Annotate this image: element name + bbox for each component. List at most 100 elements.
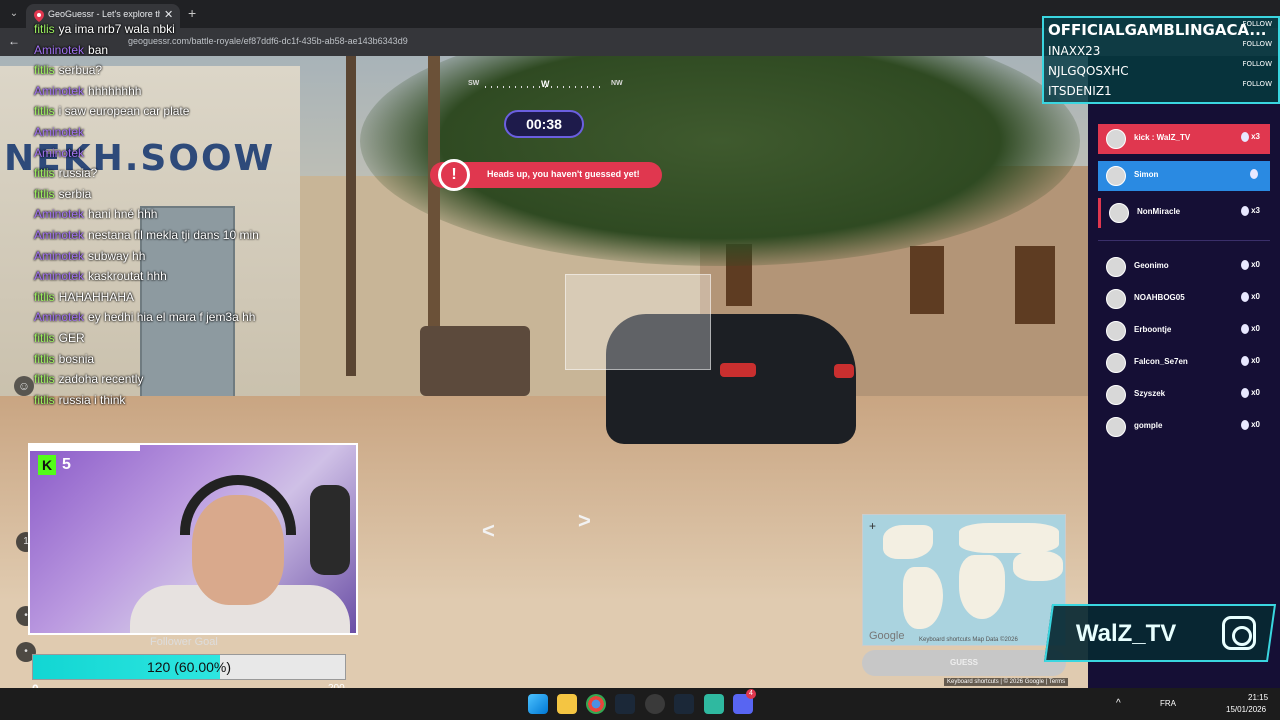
chrome-icon[interactable] (586, 694, 606, 714)
player-row[interactable]: Erboontje x0 (1098, 316, 1270, 346)
pin-icon (1241, 132, 1250, 142)
screen: ⌄ GeoGuessr - Let's explore the w ✕ + ← … (0, 0, 1280, 720)
map-attribution: Keyboard shortcuts Map Data ©2026 (919, 637, 1018, 643)
clock-time[interactable]: 21:15 (1248, 693, 1268, 702)
back-button[interactable]: ← (8, 34, 20, 48)
chat-text: ya ima nrb7 wala nbki (58, 22, 175, 36)
app-icon[interactable] (704, 694, 724, 714)
player-lives (1250, 169, 1260, 179)
player-list-divider (1098, 240, 1270, 241)
follower-goal-title: Follower Goal (150, 636, 218, 648)
chat-username[interactable]: fitlis (34, 352, 55, 366)
follow-button[interactable]: FOLLOW (1242, 60, 1272, 68)
chat-text: i saw european car plate (58, 104, 190, 119)
chat-message: fitlis russia? (34, 166, 97, 186)
chat-username[interactable]: fitlis (34, 187, 55, 201)
chat-username[interactable]: Aminotek (34, 125, 84, 139)
player-avatar (1109, 203, 1129, 223)
chat-username[interactable]: fitlis (34, 104, 55, 118)
player-row[interactable]: gomple x0 (1098, 412, 1270, 442)
player-name: NOAHBOG05 (1134, 293, 1185, 302)
player-lives-count: x0 (1251, 356, 1260, 366)
steam-icon[interactable] (674, 694, 694, 714)
chat-username[interactable]: fitlis (34, 166, 55, 180)
navigate-back-arrow-icon[interactable]: < (482, 518, 495, 544)
file-explorer-icon[interactable] (557, 694, 577, 714)
window (910, 246, 944, 314)
player-row[interactable]: kick : WalZ_TV x3 (1098, 124, 1270, 154)
chat-username[interactable]: fitlis (34, 372, 55, 386)
chat-username[interactable]: Aminotek (34, 146, 84, 160)
player-avatar (1106, 257, 1126, 277)
guess-button[interactable]: GUESS (862, 650, 1066, 676)
pin-icon (1241, 388, 1250, 398)
chat-username[interactable]: fitlis (34, 331, 55, 345)
zoom-in-icon[interactable]: + (869, 519, 876, 533)
tray-chevron-icon[interactable]: ^ (1116, 698, 1121, 709)
chat-message: Aminotek kaskroutat hhh (34, 269, 167, 289)
close-tab-icon[interactable]: ✕ (164, 8, 173, 21)
player-row[interactable]: NonMiracle x3 (1098, 198, 1270, 228)
player-avatar (1106, 289, 1126, 309)
chat-username[interactable]: Aminotek (34, 84, 84, 98)
follow-button[interactable]: FOLLOW (1242, 40, 1272, 48)
chat-username[interactable]: Aminotek (34, 228, 84, 242)
window (1015, 246, 1055, 324)
chat-username[interactable]: fitlis (34, 63, 55, 77)
chat-username[interactable]: fitlis (34, 290, 55, 304)
clock-date[interactable]: 15/01/2026 (1226, 705, 1266, 714)
player-lives-count: x3 (1251, 132, 1260, 142)
chat-text: serbia (58, 186, 92, 201)
chat-text: serbua? (58, 63, 103, 78)
chat-username[interactable]: Aminotek (34, 249, 84, 263)
map-landmass (959, 555, 1005, 619)
player-lives: x0 (1241, 292, 1260, 302)
pin-icon (1241, 356, 1250, 366)
settings-icon[interactable] (645, 694, 665, 714)
emoji-icon[interactable]: ☺ (14, 376, 34, 396)
follow-button[interactable]: FOLLOW (1242, 80, 1272, 88)
google-logo: Google (869, 630, 905, 642)
steam-icon[interactable] (615, 694, 635, 714)
chat-username[interactable]: Aminotek (34, 207, 84, 221)
tab-search-icon[interactable]: ⌄ (6, 6, 22, 22)
chat-username[interactable]: Aminotek (34, 310, 84, 324)
guess-warning-text: Heads up, you haven't guessed yet! (487, 169, 640, 179)
chat-text: hhhhhhhh (88, 83, 142, 98)
language-indicator[interactable]: FRA (1160, 699, 1176, 708)
chat-message: fitlis bosnia (34, 352, 94, 372)
player-row[interactable]: Szyszek x0 (1098, 380, 1270, 410)
chat-username[interactable]: fitlis (34, 22, 55, 36)
follower-row: OFFICIALGAMBLINGACA... FOLLOW (1048, 20, 1276, 39)
follow-button[interactable]: FOLLOW (1242, 20, 1272, 28)
guess-minimap[interactable]: + Google Keyboard shortcuts Map Data ©20… (862, 514, 1066, 646)
player-row[interactable]: Falcon_Se7en x0 (1098, 348, 1270, 378)
player-lives-count: x0 (1251, 260, 1260, 270)
player-row[interactable]: NOAHBOG05 x0 (1098, 284, 1270, 314)
player-lives-count: x0 (1251, 388, 1260, 398)
streamer-webcam: K 5 (28, 443, 358, 635)
player-lives: x3 (1241, 206, 1260, 216)
new-tab-button[interactable]: + (188, 5, 196, 21)
chat-message: fitlis HAHAHHAHA (34, 290, 134, 310)
player-row[interactable]: Simon (1098, 161, 1270, 191)
utility-pole (346, 56, 356, 376)
navigate-forward-arrow-icon[interactable]: > (578, 508, 591, 534)
instagram-icon (1222, 616, 1256, 650)
chat-username[interactable]: Aminotek (34, 43, 84, 57)
follower-name: INAXX23 (1048, 44, 1101, 58)
follower-name: ITSDENIZ1 (1048, 84, 1112, 98)
guess-warning-banner: ! Heads up, you haven't guessed yet! (430, 159, 662, 191)
player-lives: x0 (1241, 356, 1260, 366)
player-name: Erboontje (1134, 325, 1172, 334)
follower-goal-bar: 120 (60.00%) (32, 654, 346, 680)
chat-text: bosnia (58, 351, 95, 366)
pin-icon (1241, 260, 1250, 270)
player-row[interactable]: Geonimo x0 (1098, 252, 1270, 282)
start-icon[interactable] (528, 694, 548, 714)
player-lives: x0 (1241, 420, 1260, 430)
chat-username[interactable]: fitlis (34, 393, 55, 407)
chat-message: Aminotek subway hh (34, 249, 145, 269)
chat-username[interactable]: Aminotek (34, 269, 84, 283)
player-name: gomple (1134, 421, 1163, 430)
